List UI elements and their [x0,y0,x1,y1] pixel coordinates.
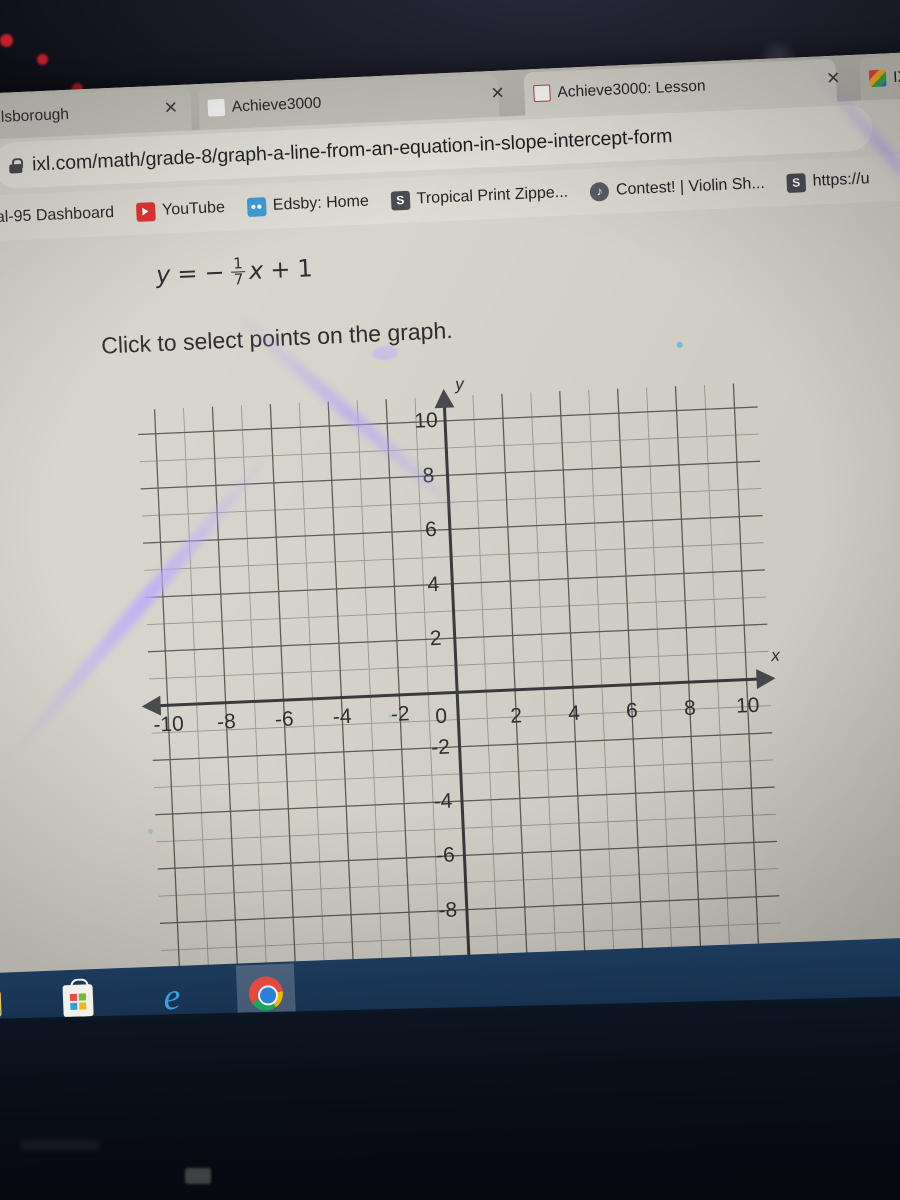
edsby-icon: ●● [246,196,267,217]
contest-icon: ♪ [589,181,610,202]
equation-minus: − [203,257,226,287]
y-axis-tick-label: 4 [426,572,440,596]
bookmark-item[interactable]: S Tropical Print Zippe... [390,183,569,211]
photo-of-monitor: ine Classroom - Hillsborough ✕ ⚔ Achieve… [0,0,900,1200]
bookmark-label: YouTube [161,198,226,219]
x-axis-tick-label: 8 [683,696,697,721]
x-axis-tick-label: -6 [274,707,295,732]
bookmark-label: Contest! | Violin Sh... [615,174,766,199]
bookmark-label: Edsby: Home [272,192,370,214]
chrome-icon [248,975,284,1012]
bookmark-label: https://u [812,170,870,190]
tab-title: Achieve3000: Lesson [557,76,706,101]
y-axis-tick-label: -2 [430,735,451,759]
bookmark-label: Tropical Print Zippe... [416,183,569,208]
y-axis-tick-label: -4 [433,789,453,814]
s-icon: S [390,190,411,211]
x-axis-tick-label: 0 [434,704,448,729]
equation-fraction: 1 7 [231,254,246,289]
monitor-screen: ine Classroom - Hillsborough ✕ ⚔ Achieve… [0,48,900,1056]
monitor-bezel [0,995,900,1200]
edge-icon: e [162,975,182,1019]
coordinate-graph[interactable]: -10-8-6-4-20246810108642-2-4-6-8-10xy [118,362,806,1031]
ixl-icon [868,69,887,88]
x-axis-tick-label: -2 [390,702,410,727]
tab-close-icon[interactable]: ✕ [163,98,178,118]
browser-tab[interactable]: IXL | ( [859,49,900,101]
x-axis-label: x [770,646,781,666]
tab-title: IXL | ( [892,67,900,86]
bezel-smudge [20,1140,100,1150]
equation-plus: + [269,254,291,284]
fraction-denominator: 7 [231,270,246,289]
y-axis-tick-label: 2 [429,626,443,651]
bookmark-item[interactable]: S https://u [786,170,870,193]
status-led [37,54,48,65]
status-led [0,34,13,47]
y-axis-tick-label: -6 [435,843,456,868]
screen-dust-dot [676,341,683,349]
x-axis-tick-label: 6 [625,699,639,723]
x-axis-tick-label: 4 [567,701,581,726]
achieve3000-lesson-icon: ⚔ [533,84,551,103]
x-axis-tick-label: -10 [152,712,185,737]
achieve3000-icon: ⚔ [207,98,226,117]
equation-display: y = − 1 7 x + 1 [155,252,314,291]
store-bag-icon [62,984,94,1018]
bookmark-item[interactable]: ♪ Contest! | Violin Sh... [589,174,766,202]
bookmark-item[interactable]: ⚔ Oval-95 Dashboard [0,203,115,229]
bookmark-item[interactable]: ●● Edsby: Home [246,192,370,217]
x-axis-tick-label: 10 [735,693,760,719]
ixl-lesson-page: y = − 1 7 x + 1 Click to select points o… [0,196,900,1056]
tab-title: Achieve3000 [231,94,322,116]
equation-constant: 1 [296,253,314,283]
youtube-icon [135,201,156,222]
x-axis-tick-label: 2 [509,704,523,729]
x-axis-tick-label: -8 [216,710,237,735]
y-axis-tick-label: 10 [413,409,439,434]
lock-icon [9,157,23,173]
bookmark-item[interactable]: YouTube [135,198,226,222]
s-icon: S [786,172,807,193]
y-axis-tick-label: -8 [437,898,458,922]
bezel-smudge [185,1168,211,1184]
y-axis-tick-label: 6 [424,518,438,542]
equation-equals: = [176,259,199,288]
bookmark-label: Oval-95 Dashboard [0,203,115,228]
folder-icon [0,990,2,1018]
graph-grid [138,383,784,1007]
y-axis-label: y [454,374,465,395]
tab-close-icon[interactable]: ✕ [490,83,505,103]
equation-lhs: y [155,260,171,289]
tab-title: ine Classroom - Hillsborough [0,105,70,131]
x-axis-tick-label: -4 [332,705,353,729]
equation-variable: x [248,256,264,285]
